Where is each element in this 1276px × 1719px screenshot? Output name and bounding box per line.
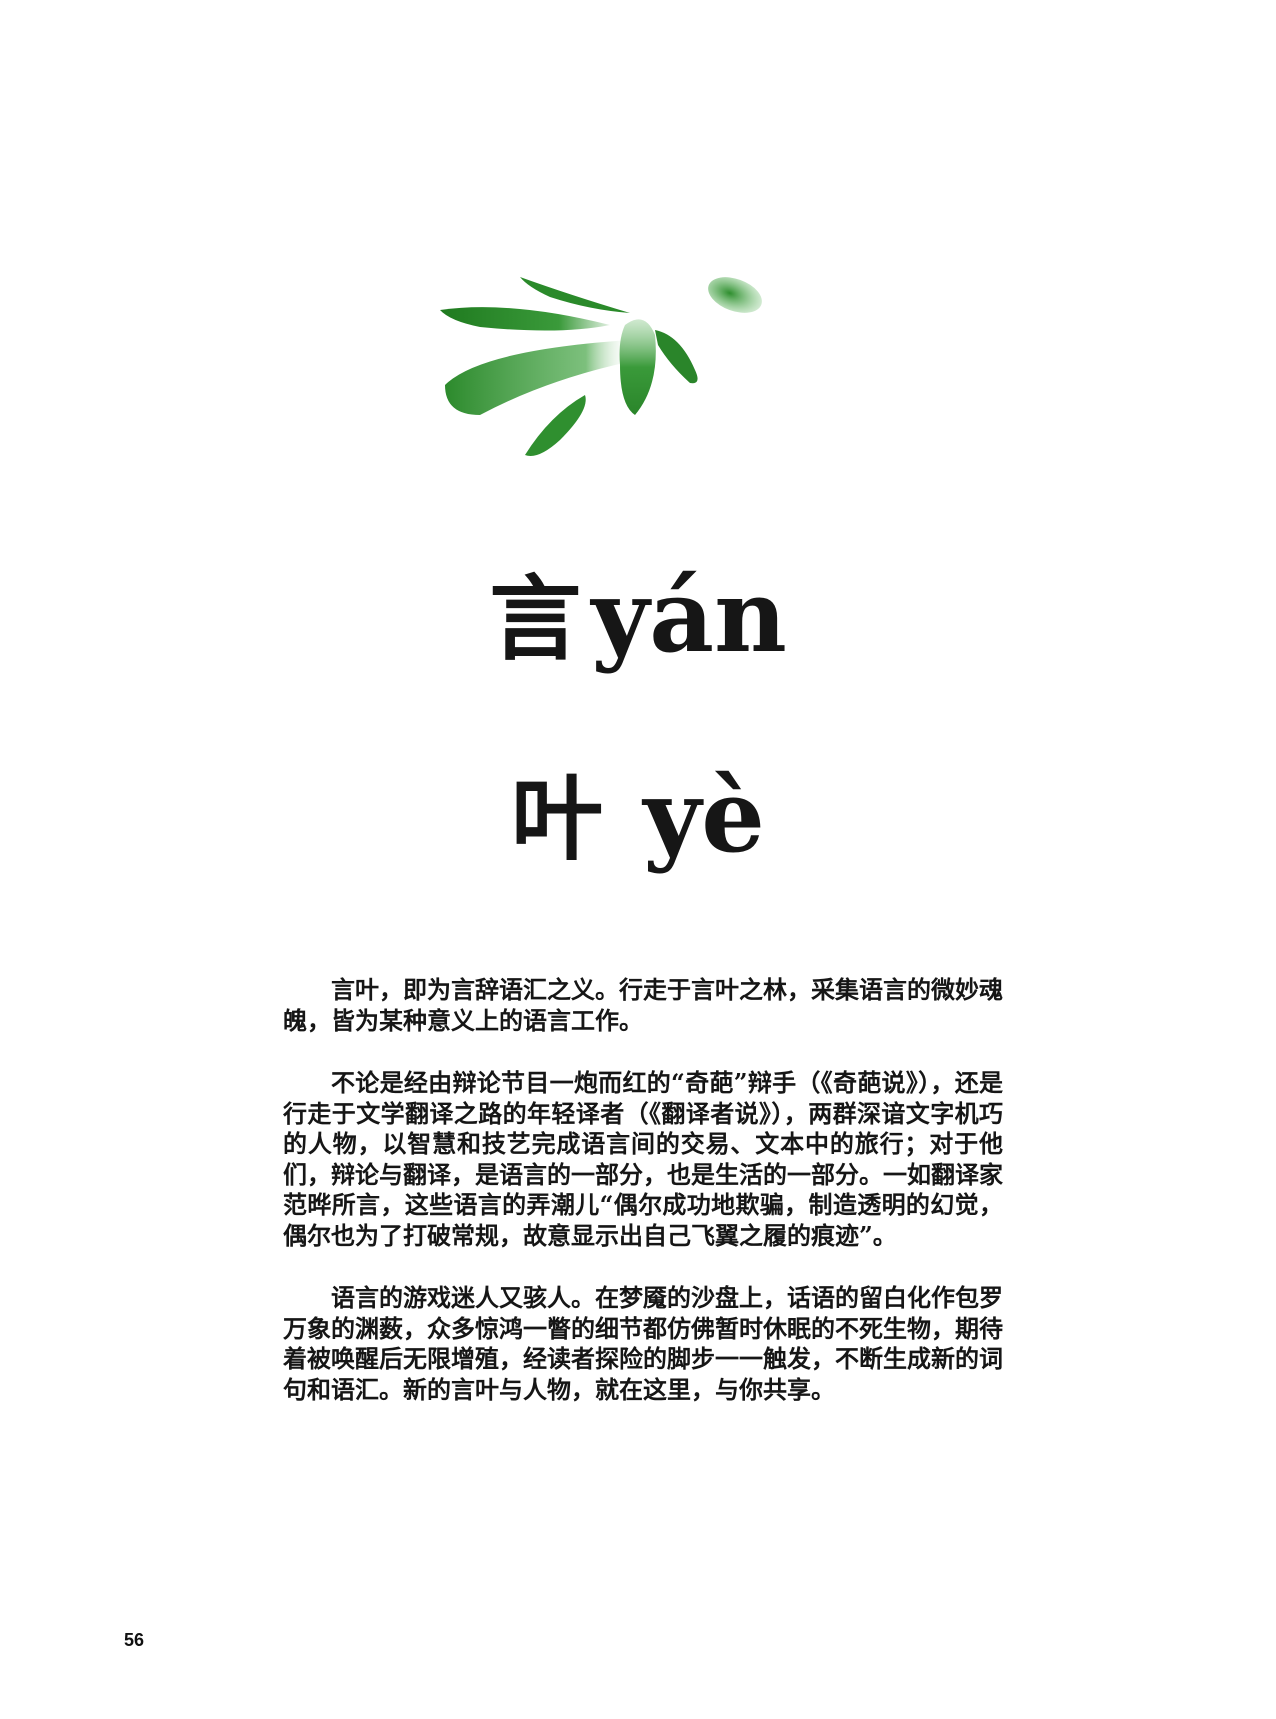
title-pinyin-ye: yè — [643, 757, 765, 875]
leaf-stroke-4 — [525, 395, 586, 456]
article-body: 言叶，即为言辞语汇之义。行走于言叶之林，采集语言的微妙魂魄，皆为某种意义上的语言… — [283, 975, 1003, 1437]
title-line-yan: 言 yán — [0, 545, 1276, 678]
title-line-ye: 叶 yè — [0, 745, 1276, 878]
leaf-stroke-2 — [440, 307, 610, 331]
leaf-stroke-1 — [520, 277, 630, 313]
paragraph-3: 语言的游戏迷人又骇人。在梦魇的沙盘上，话语的留白化作包罗万象的渊薮，众多惊鸿一瞥… — [283, 1283, 1003, 1404]
leaf-stroke-5 — [619, 319, 656, 415]
leaf-stroke-6 — [655, 330, 698, 384]
title-hanzi-ye: 叶 — [511, 765, 604, 873]
ink-leaves-illustration — [440, 277, 762, 456]
paragraph-1: 言叶，即为言辞语汇之义。行走于言叶之林，采集语言的微妙魂魄，皆为某种意义上的语言… — [283, 975, 1003, 1035]
page-number: 56 — [124, 1630, 145, 1650]
title-hanzi-yan: 言 — [489, 565, 582, 673]
paragraph-2: 不论是经由辩论节目一炮而红的“奇葩”辩手（《奇葩说》），还是行走于文学翻译之路的… — [283, 1068, 1003, 1250]
leaf-dot — [708, 277, 762, 313]
leaf-stroke-3 — [445, 340, 633, 415]
magazine-page: 言 yán 叶 yè 言叶，即为言辞语汇之义。行走于言叶之林，采集语言的微妙魂魄，皆… — [0, 0, 1276, 1719]
title-pinyin-yan: yán — [591, 557, 787, 675]
